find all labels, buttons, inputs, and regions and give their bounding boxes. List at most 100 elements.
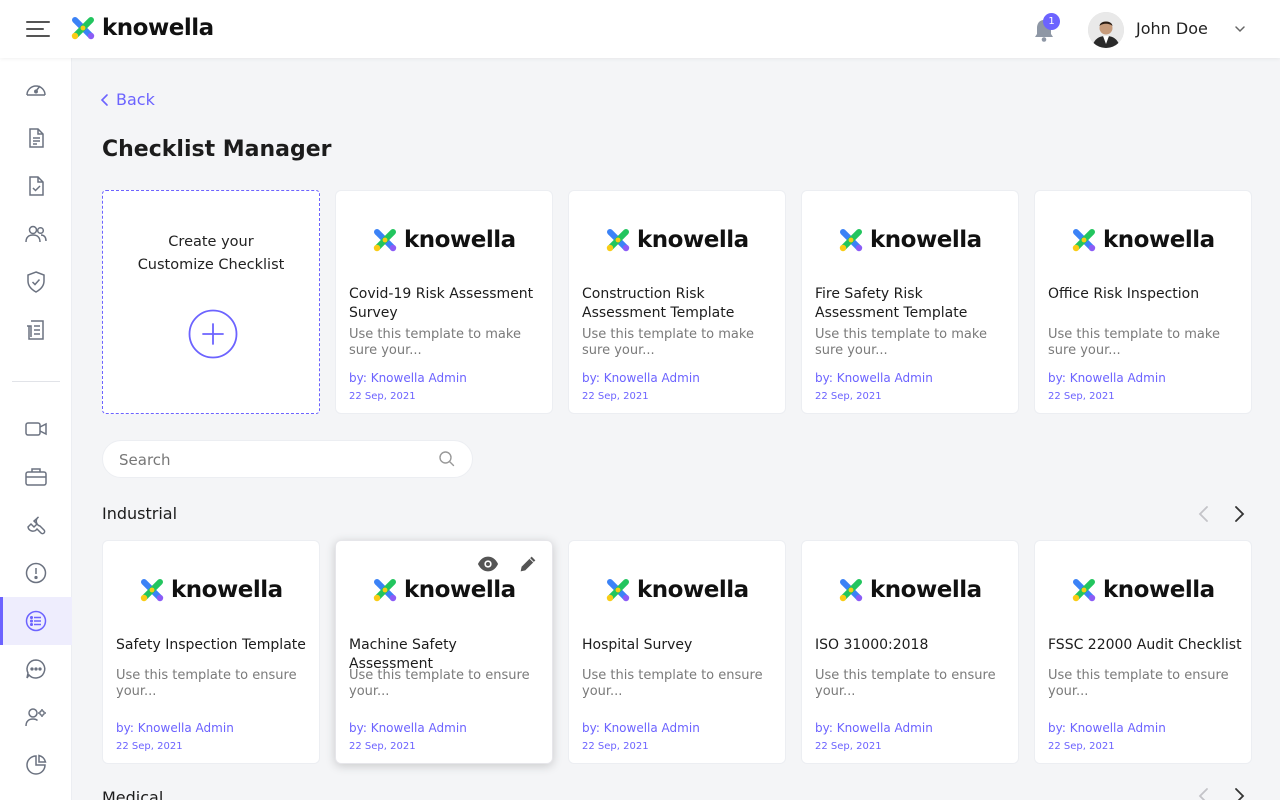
plus-circle-icon[interactable] — [188, 309, 238, 359]
logo-mark-icon — [373, 229, 397, 252]
card-brand: knowella — [1103, 227, 1215, 253]
card-description: Use this template to ensure your... — [116, 668, 297, 699]
video-icon — [25, 422, 47, 436]
logo-mark-icon — [140, 579, 164, 602]
card-brand: knowella — [637, 577, 749, 603]
create-line-1: Create your — [168, 234, 254, 250]
template-card[interactable]: knowella Construction Risk Assessment Te… — [568, 190, 786, 414]
shield-icon — [27, 271, 45, 293]
sidebar-item-reports[interactable] — [0, 306, 72, 354]
template-card[interactable]: knowella Fire Safety Risk Assessment Tem… — [801, 190, 1019, 414]
chevron-right-icon[interactable] — [1229, 786, 1249, 800]
card-logo: knowella — [605, 577, 749, 603]
template-card[interactable]: knowella Safety Inspection Template Use … — [102, 540, 320, 764]
back-label: Back — [116, 90, 155, 109]
card-title: Office Risk Inspection — [1048, 286, 1200, 302]
sidebar-item-safety[interactable] — [0, 258, 72, 306]
card-title: Safety Inspection Template — [116, 637, 306, 653]
top-bar: knowella 1 John Doe — [0, 0, 1280, 58]
document-icon — [29, 128, 44, 148]
sidebar-item-checklists[interactable] — [0, 597, 72, 645]
logo-mark-icon — [839, 579, 863, 602]
logo-mark-icon — [606, 229, 630, 252]
chevron-left-icon[interactable] — [1194, 504, 1214, 524]
menu-icon[interactable] — [26, 19, 50, 39]
sidebar-item-user-settings[interactable] — [0, 693, 72, 741]
card-description: Use this template to ensure your... — [815, 668, 996, 699]
card-logo: knowella — [1071, 227, 1215, 253]
card-author: by: Knowella Admin — [815, 371, 933, 385]
card-brand: knowella — [637, 227, 749, 253]
user-settings-icon — [25, 708, 46, 727]
card-logo: knowella — [1071, 577, 1215, 603]
template-card[interactable]: knowella FSSC 22000 Audit Checklist Use … — [1034, 540, 1252, 764]
template-card[interactable]: knowella Office Risk Inspection Use this… — [1034, 190, 1252, 414]
card-title: Fire Safety Risk Assessment Template — [815, 286, 968, 321]
card-date: 22 Sep, 2021 — [1048, 741, 1115, 752]
pencil-icon[interactable] — [517, 553, 539, 575]
sidebar-item-analytics[interactable] — [0, 741, 72, 789]
template-card[interactable]: knowella Machine Safety Assessment Use t… — [335, 540, 553, 764]
chevron-right-icon[interactable] — [1229, 504, 1249, 524]
card-brand: knowella — [404, 227, 516, 253]
sidebar-item-video[interactable] — [0, 405, 72, 453]
notification-badge: 1 — [1043, 13, 1060, 30]
chevron-left-icon[interactable] — [1194, 786, 1214, 800]
alert-icon — [25, 562, 47, 584]
brand-logo[interactable]: knowella — [70, 15, 214, 41]
wrench-icon — [27, 516, 46, 535]
sidebar-item-documents[interactable] — [0, 114, 72, 162]
card-author: by: Knowella Admin — [1048, 721, 1166, 735]
brand-name: knowella — [102, 15, 214, 41]
search-input[interactable] — [119, 449, 419, 471]
create-checklist-text: Create your Customize Checklist — [103, 231, 319, 277]
sidebar-item-tools[interactable] — [0, 501, 72, 549]
card-title: Hospital Survey — [582, 637, 693, 653]
user-name[interactable]: John Doe — [1136, 19, 1208, 38]
card-description: Use this template to ensure your... — [1048, 668, 1229, 699]
sidebar-item-dashboard[interactable] — [0, 66, 72, 114]
card-date: 22 Sep, 2021 — [349, 391, 416, 402]
page-title: Checklist Manager — [102, 137, 332, 162]
logo-mark-icon — [373, 579, 397, 602]
report-icon — [27, 320, 44, 340]
card-logo: knowella — [838, 227, 982, 253]
template-card[interactable]: knowella Covid-19 Risk Assessment Survey… — [335, 190, 553, 414]
card-author: by: Knowella Admin — [582, 371, 700, 385]
chevron-down-icon[interactable] — [1233, 22, 1247, 36]
card-author: by: Knowella Admin — [116, 721, 234, 735]
eye-icon[interactable] — [477, 553, 499, 575]
briefcase-icon — [25, 468, 47, 486]
create-checklist-card[interactable]: Create your Customize Checklist — [102, 190, 320, 414]
card-title: FSSC 22000 Audit Checklist — [1048, 637, 1242, 653]
back-link[interactable]: Back — [100, 90, 155, 109]
pie-chart-icon — [26, 754, 47, 775]
section-title-medical: Medical — [102, 788, 164, 800]
sidebar-divider — [12, 381, 60, 382]
sidebar-item-messages[interactable] — [0, 645, 72, 693]
card-description: Use this template to make sure your... — [349, 327, 521, 358]
card-author: by: Knowella Admin — [582, 721, 700, 735]
template-card[interactable]: knowella ISO 31000:2018 Use this templat… — [801, 540, 1019, 764]
template-card[interactable]: knowella Hospital Survey Use this templa… — [568, 540, 786, 764]
checked-document-icon — [29, 176, 44, 196]
card-description: Use this template to ensure your... — [349, 668, 530, 699]
sidebar-item-incidents[interactable] — [0, 549, 72, 597]
card-title: Covid-19 Risk Assessment Survey — [349, 286, 534, 321]
sidebar-item-jobs[interactable] — [0, 453, 72, 501]
avatar[interactable] — [1088, 12, 1124, 48]
card-logo: knowella — [139, 577, 283, 603]
logo-mark-icon — [1072, 579, 1096, 602]
sidebar-item-users[interactable] — [0, 210, 72, 258]
card-brand: knowella — [870, 227, 982, 253]
card-date: 22 Sep, 2021 — [815, 741, 882, 752]
chat-icon — [26, 659, 46, 679]
search-icon[interactable] — [438, 450, 456, 468]
users-icon — [25, 225, 47, 243]
card-brand: knowella — [1103, 577, 1215, 603]
card-author: by: Knowella Admin — [349, 721, 467, 735]
card-logo: knowella — [372, 227, 516, 253]
card-description: Use this template to make sure your... — [582, 327, 754, 358]
card-date: 22 Sep, 2021 — [582, 741, 649, 752]
sidebar-item-tasks[interactable] — [0, 162, 72, 210]
